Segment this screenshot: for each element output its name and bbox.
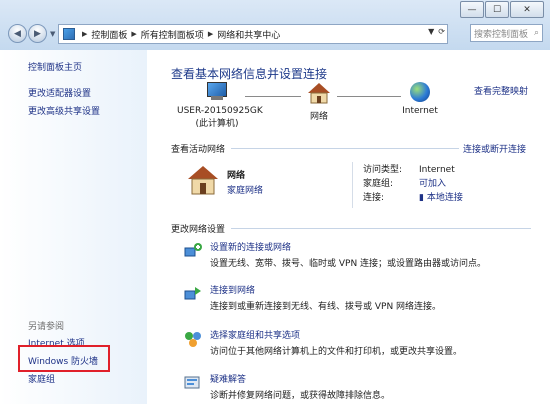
main-content: 查看基本网络信息并设置连接 查看完整映射 USER-20150925GK (此计… [147, 50, 550, 404]
network-label: 网络 [309, 112, 328, 122]
control-panel-icon [63, 28, 75, 40]
chevron-right-icon[interactable]: ▶ [208, 30, 213, 38]
sidebar-link-homegroup[interactable]: 家庭组 [28, 372, 55, 385]
homegroup-label: 家庭组: [363, 179, 394, 189]
network-properties: 访问类型: Internet 家庭组: 可加入 连接: ▮ 本地连接 [352, 162, 463, 208]
computer-node[interactable]: USER-20150925GK (此计算机) [177, 82, 263, 129]
close-button[interactable]: ✕ [510, 1, 544, 18]
search-icon[interactable]: ⌕ [534, 28, 539, 38]
access-type-label: 访问类型: [363, 165, 403, 175]
nav-buttons: ◀ ▶ ▼ [8, 24, 55, 43]
network-map: USER-20150925GK (此计算机) 网络 Internet [147, 80, 550, 140]
connect-disconnect-link[interactable]: 连接或断开连接 [463, 142, 526, 155]
divider [231, 148, 459, 149]
window-controls: — ☐ ✕ [460, 1, 544, 18]
house-icon [308, 83, 330, 104]
connection-label: 连接: [363, 193, 385, 203]
address-dropdown-icon[interactable]: ▼ [428, 27, 434, 36]
sidebar-item-advanced-sharing[interactable]: 更改高级共享设置 [28, 104, 100, 117]
see-also-label: 另请参阅 [28, 322, 65, 332]
internet-label: Internet [402, 106, 438, 116]
local-connection-label: 本地连接 [426, 193, 463, 203]
task-new-connection-desc: 设置无线、宽带、拨号、临时或 VPN 连接；或设置路由器或访问点。 [210, 259, 487, 269]
house-icon[interactable] [187, 165, 219, 195]
homegroup-join-link[interactable]: 可加入 [419, 179, 446, 189]
new-connection-icon [184, 243, 202, 257]
chevron-right-icon[interactable]: ▶ [82, 30, 87, 38]
plug-icon: ▮ [419, 193, 427, 203]
sidebar-item-adapter-settings[interactable]: 更改适配器设置 [28, 86, 91, 99]
title-bar: — ☐ ✕ ◀ ▶ ▼ ▶ 控制面板 ▶ 所有控制面板项 ▶ 网络和共享中心 ▼… [0, 0, 550, 50]
computer-name: USER-20150925GK [177, 106, 263, 116]
divider [231, 228, 531, 229]
history-dropdown-icon[interactable]: ▼ [50, 30, 55, 38]
highlight-box [18, 345, 110, 372]
local-connection-link[interactable]: ▮ 本地连接 [419, 193, 463, 203]
network-name: 网络 [227, 171, 246, 181]
task-connect-network-link[interactable]: 连接到网络 [210, 283, 255, 296]
minimize-button[interactable]: — [460, 1, 484, 18]
task-connect-network-desc: 连接到或重新连接到无线、有线、拨号或 VPN 网络连接。 [210, 302, 442, 312]
address-tail: ▼ ⟳ [428, 27, 445, 36]
troubleshoot-icon [184, 376, 200, 389]
maximize-button[interactable]: ☐ [485, 1, 509, 18]
search-placeholder: 搜索控制面板 [474, 29, 529, 40]
forward-button[interactable]: ▶ [28, 24, 47, 43]
internet-node[interactable]: Internet [397, 82, 443, 116]
connection-line [337, 96, 401, 97]
task-homegroup-desc: 访问位于其他网络计算机上的文件和打印机，或更改共享设置。 [210, 347, 463, 357]
refresh-button[interactable]: ⟳ [438, 27, 445, 36]
access-type-value: Internet [419, 165, 455, 175]
computer-icon [205, 82, 229, 102]
task-troubleshoot-link[interactable]: 疑难解答 [210, 372, 246, 385]
breadcrumb-all-items[interactable]: 所有控制面板项 [141, 28, 204, 41]
homegroup-icon [185, 332, 201, 347]
chevron-right-icon[interactable]: ▶ [131, 30, 136, 38]
network-type-link[interactable]: 家庭网络 [227, 183, 263, 196]
address-bar[interactable]: ▶ 控制面板 ▶ 所有控制面板项 ▶ 网络和共享中心 ▼ ⟳ [58, 24, 448, 44]
back-button[interactable]: ◀ [8, 24, 27, 43]
sidebar-home-link[interactable]: 控制面板主页 [28, 60, 82, 73]
task-homegroup-link[interactable]: 选择家庭组和共享选项 [210, 328, 300, 341]
active-networks-title: 查看活动网络 [171, 145, 226, 155]
search-input[interactable]: 搜索控制面板 ⌕ [470, 24, 543, 42]
change-settings-title: 更改网络设置 [171, 225, 226, 235]
connect-network-icon [184, 287, 201, 300]
breadcrumb-network-center[interactable]: 网络和共享中心 [217, 28, 280, 41]
task-new-connection-link[interactable]: 设置新的连接或网络 [210, 240, 291, 253]
network-node[interactable]: 网络 [301, 82, 337, 122]
globe-icon [410, 82, 430, 102]
task-troubleshoot-desc: 诊断并修复网络问题，或获得故障排除信息。 [210, 391, 391, 401]
computer-subtitle: (此计算机) [195, 119, 239, 129]
breadcrumb-control-panel[interactable]: 控制面板 [91, 28, 127, 41]
